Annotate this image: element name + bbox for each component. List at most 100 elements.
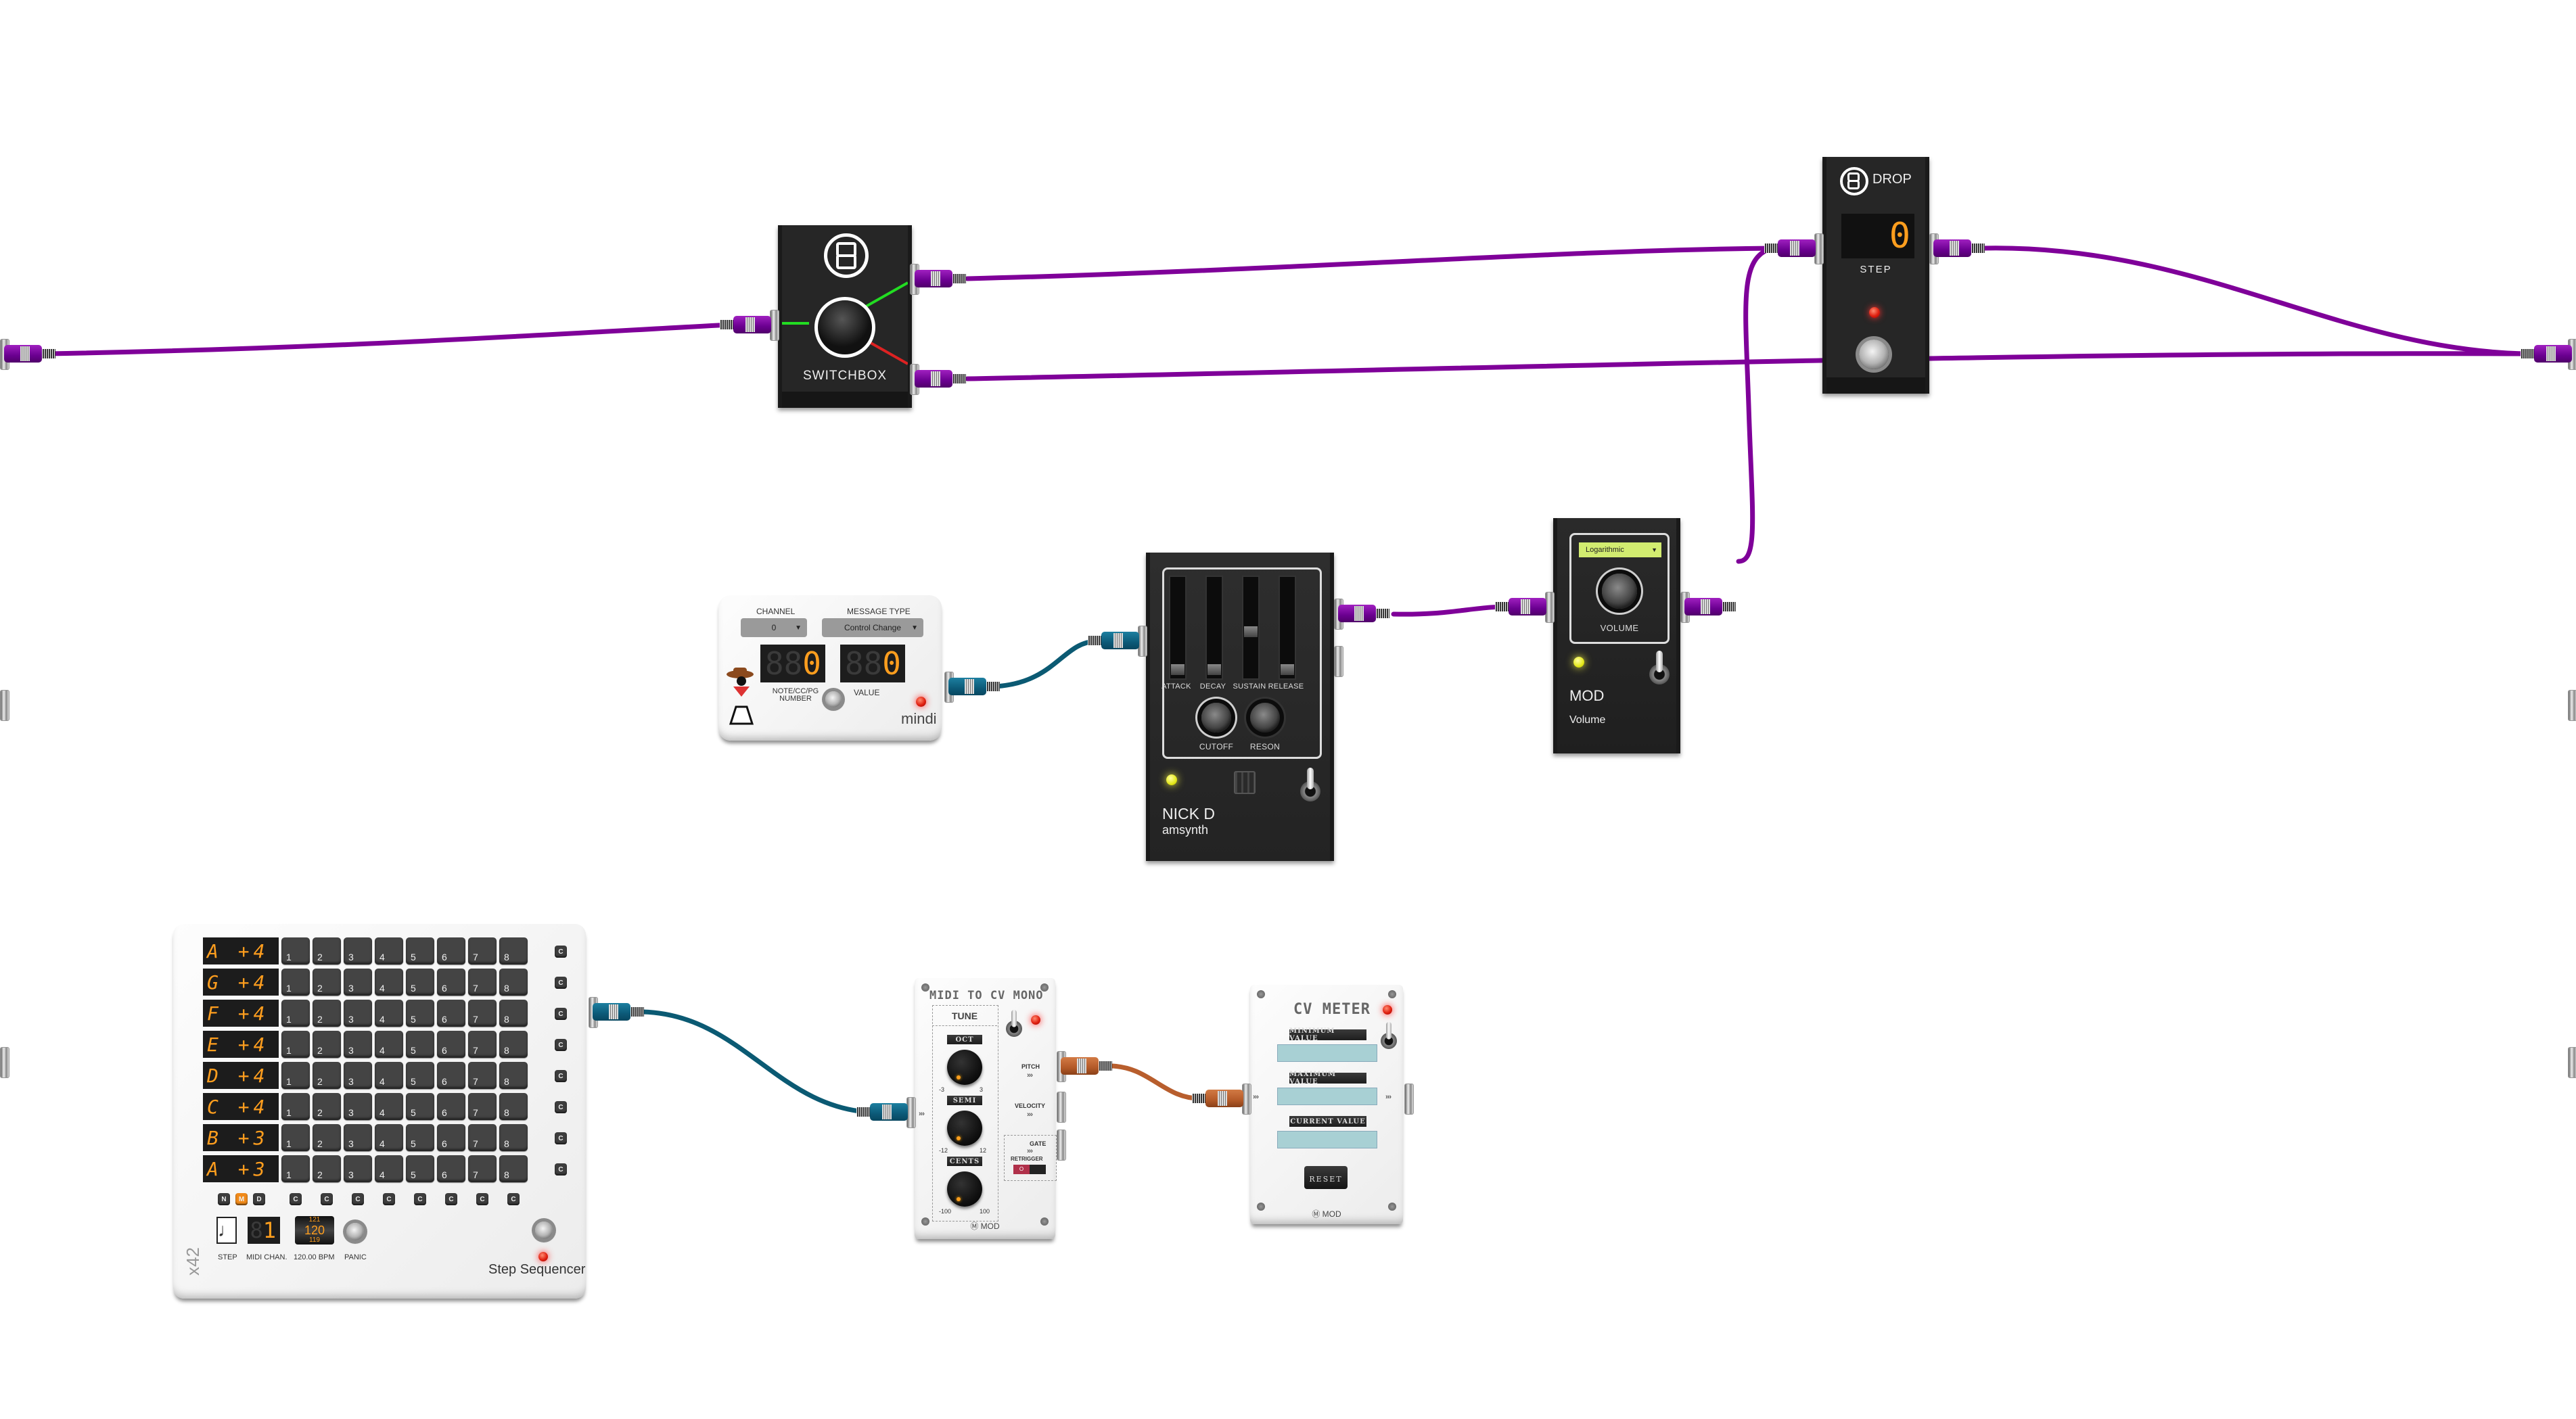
mindi-message-type-select[interactable]: Control Change ▼ (822, 618, 923, 637)
step-button[interactable]: 3 (344, 1155, 372, 1182)
step-button[interactable]: 1 (281, 937, 310, 964)
tune-knob-cents[interactable] (947, 1171, 982, 1207)
step-button[interactable]: 8 (499, 937, 528, 964)
cable-mindi-to-amsynth[interactable] (992, 638, 1099, 689)
step-button[interactable]: 1 (281, 1031, 310, 1058)
step-button[interactable]: 4 (375, 1155, 403, 1182)
step-button[interactable]: 3 (344, 1031, 372, 1058)
amsynth-pedal[interactable]: ATTACK DECAY SUSTAIN RELEASE CUTOFF RESON N… (1146, 553, 1334, 861)
volume-input-port[interactable] (1545, 592, 1555, 623)
step-note-length-icon[interactable]: ♩ (216, 1217, 237, 1244)
step-button[interactable]: 7 (468, 1124, 497, 1151)
system-playback-midi-port[interactable] (2568, 1047, 2576, 1078)
row-note-display[interactable]: B +3 (203, 1124, 279, 1151)
cv-meter-output-port[interactable] (1404, 1084, 1414, 1115)
row-note-display[interactable]: G +4 (203, 969, 279, 996)
step-button[interactable]: 7 (468, 1155, 497, 1182)
cable-miditocv-to-cvmeter[interactable] (1107, 1063, 1203, 1101)
volume-knob[interactable] (1602, 574, 1637, 609)
volume-mode-select[interactable]: Logarithmic ▼ (1579, 542, 1661, 557)
slider-handle[interactable] (1171, 664, 1184, 676)
step-button[interactable]: 6 (437, 1062, 465, 1089)
step-button[interactable]: 5 (406, 1031, 434, 1058)
step-button[interactable]: 7 (468, 1031, 497, 1058)
step-button[interactable]: 4 (375, 969, 403, 996)
step-button[interactable]: 2 (313, 1155, 341, 1182)
step-button[interactable]: 4 (375, 1093, 403, 1120)
step-button[interactable]: 5 (406, 937, 434, 964)
step-button[interactable]: 3 (344, 1062, 372, 1089)
system-capture-midi-port[interactable] (0, 1047, 9, 1078)
cv-meter-reset-button[interactable]: RESET (1304, 1166, 1348, 1189)
step-button[interactable]: 4 (375, 937, 403, 964)
gate-output-port[interactable] (1057, 1130, 1066, 1161)
cv-meter-bypass-toggle[interactable] (1381, 1022, 1397, 1049)
step-button[interactable]: 5 (406, 1155, 434, 1182)
row-clear-button[interactable]: C (555, 1039, 567, 1051)
step-button[interactable]: 4 (375, 1031, 403, 1058)
row-clear-button[interactable]: C (555, 977, 567, 989)
step-button[interactable]: 8 (499, 1031, 528, 1058)
midi-to-cv-bypass-toggle[interactable] (1006, 1010, 1022, 1037)
mindi-pedal[interactable]: CHANNEL 0 ▼ MESSAGE TYPE Control Change ▼ … (718, 595, 942, 741)
amsynth-output-port-2[interactable] (1334, 646, 1343, 677)
mindi-output-plug[interactable] (948, 678, 1001, 695)
row-note-display[interactable]: D +4 (203, 1062, 279, 1089)
column-clear-button[interactable]: C (476, 1193, 488, 1205)
step-button[interactable]: 7 (468, 969, 497, 996)
step-button[interactable]: 6 (437, 1093, 465, 1120)
velocity-output-port[interactable] (1057, 1092, 1066, 1123)
row-clear-button[interactable]: C (555, 1132, 567, 1144)
step-button[interactable]: 8 (499, 1155, 528, 1182)
step-button[interactable]: 5 (406, 1000, 434, 1027)
mindi-footswitch[interactable] (825, 691, 842, 707)
slider-sustain[interactable] (1242, 576, 1260, 680)
step-button[interactable]: 6 (437, 937, 465, 964)
step-button[interactable]: 2 (313, 1124, 341, 1151)
row-clear-button[interactable]: C (555, 1008, 567, 1020)
step-button[interactable]: 8 (499, 1124, 528, 1151)
row-note-display[interactable]: F +4 (203, 1000, 279, 1027)
drop-footswitch[interactable] (1859, 340, 1889, 369)
panic-button[interactable] (346, 1223, 364, 1240)
step-button[interactable]: 2 (313, 1031, 341, 1058)
step-button[interactable]: 6 (437, 969, 465, 996)
step-button[interactable]: 8 (499, 1000, 528, 1027)
row-note-display[interactable]: E +4 (203, 1031, 279, 1058)
column-clear-button[interactable]: C (507, 1193, 520, 1205)
step-button[interactable]: 1 (281, 1155, 310, 1182)
row-clear-button[interactable]: C (555, 946, 567, 958)
volume-bypass-toggle[interactable] (1649, 651, 1670, 684)
cv-meter-input-port[interactable] (1242, 1084, 1251, 1115)
cable-capture-to-switchbox[interactable] (45, 322, 733, 356)
row-note-display[interactable]: A +4 (203, 937, 279, 964)
step-button[interactable]: 2 (313, 937, 341, 964)
step-button[interactable]: 3 (344, 937, 372, 964)
tune-knob-semi[interactable] (947, 1111, 982, 1146)
step-button[interactable]: 7 (468, 937, 497, 964)
step-button[interactable]: 2 (313, 1062, 341, 1089)
step-button[interactable]: 7 (468, 1000, 497, 1027)
switchbox-selector-knob[interactable] (814, 297, 875, 358)
drop-input-port[interactable] (1814, 233, 1824, 264)
row-clear-button[interactable]: C (555, 1101, 567, 1113)
slider-handle[interactable] (1244, 626, 1258, 637)
slider-decay[interactable] (1205, 576, 1223, 680)
switchbox-input-plug[interactable] (718, 316, 771, 333)
mode-button-d[interactable]: D (253, 1193, 265, 1205)
row-note-display[interactable]: A +3 (203, 1155, 279, 1182)
cable-switchbox-out1-to-drop[interactable] (965, 246, 1775, 281)
column-clear-button[interactable]: C (352, 1193, 364, 1205)
step-button[interactable]: 5 (406, 1124, 434, 1151)
bpm-spinner[interactable]: 121 120 119 (295, 1216, 334, 1244)
cable-sequencer-to-miditocv[interactable] (640, 1009, 882, 1115)
amsynth-output-plug-1[interactable] (1338, 605, 1391, 622)
midi-to-cv-midi-input-port[interactable] (906, 1097, 916, 1128)
step-button[interactable]: 3 (344, 1093, 372, 1120)
row-clear-button[interactable]: C (555, 1163, 567, 1176)
tune-knob-oct[interactable] (947, 1050, 982, 1085)
pitch-output-plug[interactable] (1061, 1057, 1113, 1075)
drop-pedal[interactable]: DROP 0 STEP (1822, 157, 1929, 394)
step-button[interactable]: 3 (344, 1000, 372, 1027)
step-sequencer-pedal[interactable]: A +4 1 2 3 4 5 6 7 8 C G +4 1 2 3 4 5 6 7 8 C F +4 1 2 3 4 5 6 7 8 C E… (173, 924, 586, 1299)
